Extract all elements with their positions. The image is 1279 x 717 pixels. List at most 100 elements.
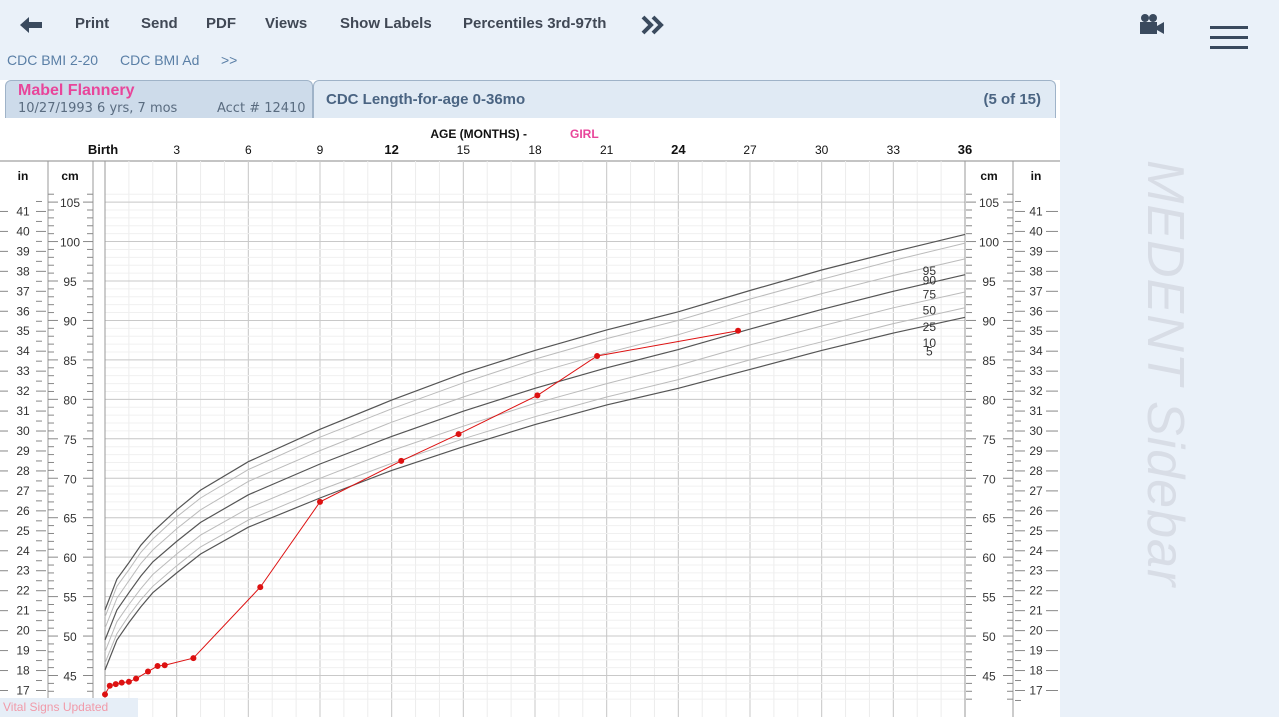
cm-tick-label-left: 55 xyxy=(63,591,77,605)
chart-sex-label: GIRL xyxy=(570,127,599,141)
double-chevron-right-icon[interactable] xyxy=(640,13,666,37)
inch-tick-label-right: 19 xyxy=(1029,644,1043,658)
inch-tick-label-right: 22 xyxy=(1029,584,1043,598)
inch-tick-label-right: 26 xyxy=(1029,504,1043,518)
inch-tick-label-right: 33 xyxy=(1029,364,1043,378)
cm-tick-label-right: 75 xyxy=(982,433,996,447)
patient-measurement-point xyxy=(594,352,601,359)
pdf-button[interactable]: PDF xyxy=(206,15,236,32)
cm-tick-label-right: 90 xyxy=(982,314,996,328)
patient-measurement-point xyxy=(317,498,323,505)
inch-tick-label-right: 30 xyxy=(1029,424,1043,438)
cm-tick-label-left: 100 xyxy=(60,236,80,250)
x-tick-label: 27 xyxy=(743,143,757,157)
cm-unit-label-right: cm xyxy=(980,169,997,183)
inch-tick-label-right: 28 xyxy=(1029,464,1043,478)
growth-chart: AGE (MONTHS) - GIRL Birth 3 6 9 12 15 18 21 24 27 3… xyxy=(0,118,1060,717)
print-button[interactable]: Print xyxy=(75,15,109,32)
send-button[interactable]: Send xyxy=(141,15,178,32)
inch-tick-label-right: 40 xyxy=(1029,224,1043,238)
inch-tick-label-right: 17 xyxy=(1029,684,1043,698)
patient-measurement-point xyxy=(190,655,197,662)
patient-measurement-point xyxy=(112,681,119,688)
cm-tick-label-left: 65 xyxy=(63,512,77,526)
back-arrow-icon[interactable] xyxy=(18,13,44,37)
inch-tick-label-left: 34 xyxy=(16,344,30,358)
x-tick-label: 6 xyxy=(245,143,252,157)
cm-tick-label-right: 50 xyxy=(982,630,996,644)
inch-tick-label-right: 37 xyxy=(1029,284,1043,298)
cm-tick-label-right: 105 xyxy=(979,196,999,210)
inch-tick-label-left: 38 xyxy=(16,264,30,278)
cm-tick-label-left: 50 xyxy=(63,630,77,644)
patient-measurement-point xyxy=(133,675,140,682)
video-camera-icon[interactable] xyxy=(1138,12,1166,38)
inch-tick-label-left: 28 xyxy=(16,464,30,478)
patient-measurement-point xyxy=(534,392,541,399)
inch-tick-label-left: 23 xyxy=(16,564,30,578)
inch-tick-label-left: 17 xyxy=(16,684,30,698)
cm-tick-label-left: 45 xyxy=(63,670,77,684)
inch-tick-label-right: 23 xyxy=(1029,564,1043,578)
cm-tick-label-right: 45 xyxy=(982,670,996,684)
inch-tick-label-left: 30 xyxy=(16,424,30,438)
x-tick-label: 3 xyxy=(173,143,180,157)
cm-unit-label-left: cm xyxy=(61,169,78,183)
percentile-label: 50 xyxy=(923,303,937,317)
cm-tick-label-left: 85 xyxy=(63,354,77,368)
inch-tick-label-left: 25 xyxy=(16,524,30,538)
patient-measurement-point xyxy=(161,662,168,669)
patient-tab[interactable]: Mabel Flannery 10/27/1993 6 yrs, 7 mos A… xyxy=(5,80,313,118)
cm-tick-label-left: 80 xyxy=(63,393,77,407)
cm-tick-label-right: 80 xyxy=(982,393,996,407)
cm-tick-label-right: 100 xyxy=(979,236,999,250)
patient-account: Acct # 12410 xyxy=(217,101,306,116)
chart-tab[interactable]: CDC Length-for-age 0-36mo (5 of 15) xyxy=(313,80,1056,118)
patient-measurement-point xyxy=(118,679,125,686)
patient-measurement-point xyxy=(106,682,113,689)
x-tick-label: 36 xyxy=(958,142,972,157)
chart-count: (5 of 15) xyxy=(983,91,1041,108)
patient-measurement-point xyxy=(125,678,132,685)
inch-unit-label-left: in xyxy=(18,169,29,183)
status-message: Vital Signs Updated xyxy=(0,698,138,717)
inch-tick-label-right: 38 xyxy=(1029,264,1043,278)
cm-tick-label-right: 65 xyxy=(982,512,996,526)
cm-tick-label-left: 60 xyxy=(63,551,77,565)
inch-tick-label-right: 25 xyxy=(1029,524,1043,538)
cm-tick-label-left: 75 xyxy=(63,433,77,447)
patient-measurement-point xyxy=(145,668,151,675)
patient-measurement-point xyxy=(154,663,161,670)
tab-cdc-bmi-2-20[interactable]: CDC BMI 2-20 xyxy=(7,52,98,68)
patient-dob-age: 10/27/1993 6 yrs, 7 mos xyxy=(18,101,178,116)
x-tick-label: 30 xyxy=(815,143,829,157)
x-tick-label: 9 xyxy=(317,143,324,157)
inch-tick-label-left: 21 xyxy=(16,604,30,618)
inch-tick-label-left: 39 xyxy=(16,244,30,258)
percentile-label: 75 xyxy=(923,288,937,302)
cm-tick-label-left: 70 xyxy=(63,472,77,486)
inch-tick-label-left: 22 xyxy=(16,584,30,598)
show-labels-button[interactable]: Show Labels xyxy=(340,15,432,32)
inch-tick-label-right: 24 xyxy=(1029,544,1043,558)
inch-tick-label-left: 31 xyxy=(16,404,30,418)
patient-measurement-point xyxy=(398,457,405,464)
tab-more[interactable]: >> xyxy=(221,52,237,68)
percentiles-button[interactable]: Percentiles 3rd-97th xyxy=(463,15,606,32)
views-button[interactable]: Views xyxy=(265,15,307,32)
patient-measurement-point xyxy=(257,584,264,591)
x-tick-label: 18 xyxy=(528,143,542,157)
x-tick-label: Birth xyxy=(88,142,118,157)
percentile-label: 5 xyxy=(926,344,933,358)
x-tick-label: 33 xyxy=(887,143,901,157)
tab-cdc-bmi-adult[interactable]: CDC BMI Ad xyxy=(120,52,199,68)
x-tick-label: 12 xyxy=(384,142,398,157)
inch-tick-label-right: 41 xyxy=(1029,204,1043,218)
cm-tick-label-right: 60 xyxy=(982,551,996,565)
inch-tick-label-right: 21 xyxy=(1029,604,1043,618)
inch-tick-label-left: 19 xyxy=(16,644,30,658)
inch-tick-label-left: 32 xyxy=(16,384,30,398)
cm-tick-label-right: 85 xyxy=(982,354,996,368)
inch-tick-label-left: 24 xyxy=(16,544,30,558)
hamburger-menu-icon[interactable] xyxy=(1210,26,1248,52)
